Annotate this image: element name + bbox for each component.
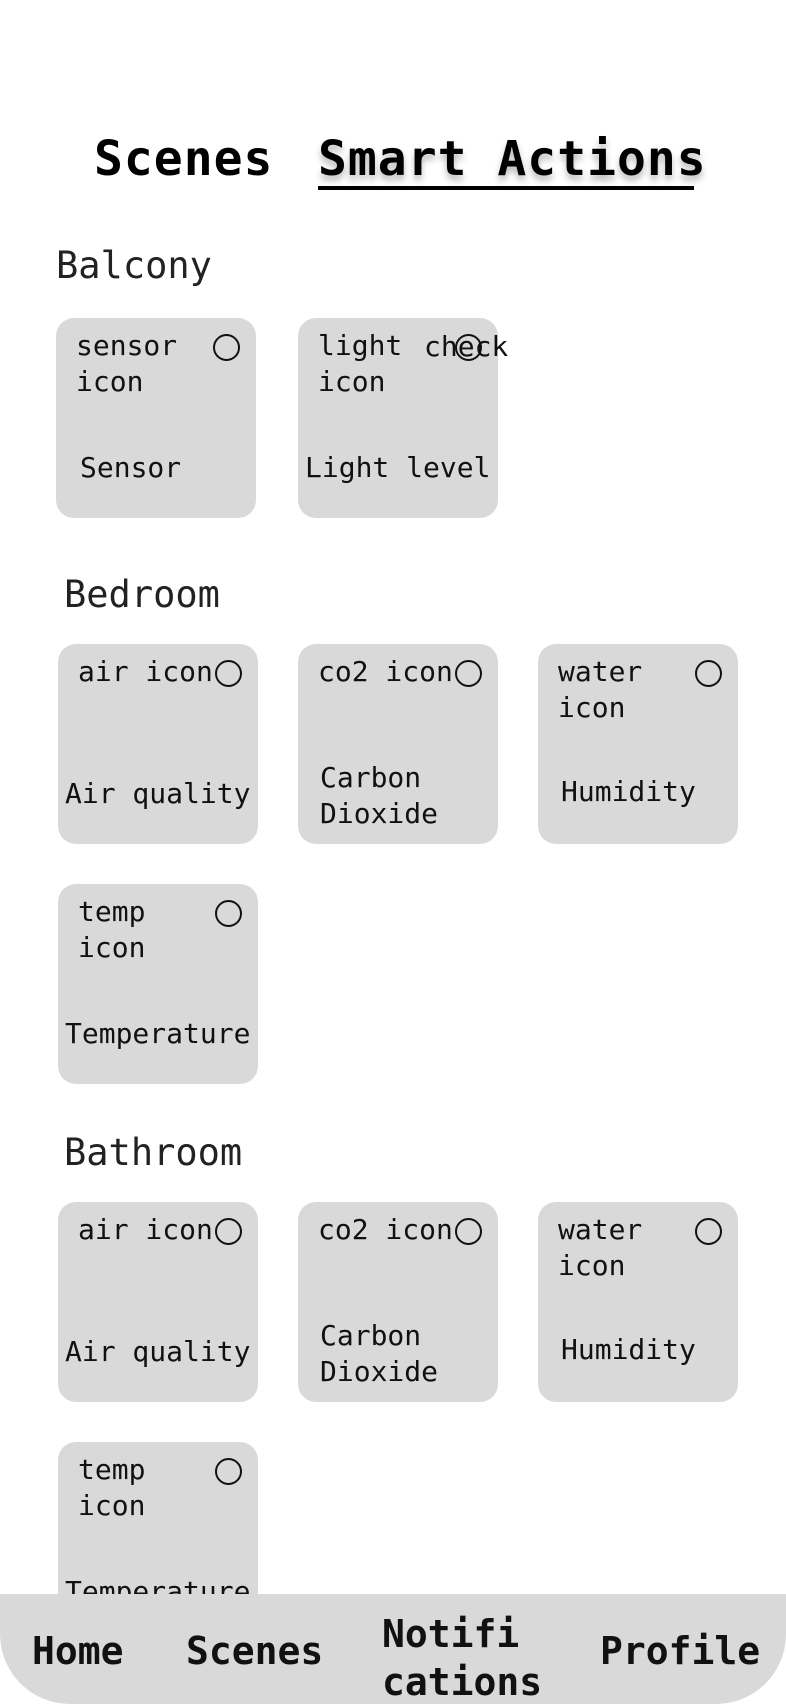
select-checkbox[interactable]	[215, 1218, 242, 1245]
nav-scenes[interactable]: Scenes	[186, 1627, 323, 1675]
select-checkbox[interactable]	[695, 660, 722, 687]
co2-icon: co2 icon	[318, 1213, 453, 1246]
select-checkbox[interactable]	[455, 660, 482, 687]
select-checkbox[interactable]	[215, 900, 242, 927]
select-checkbox[interactable]	[213, 334, 240, 361]
air-icon: air icon	[78, 655, 213, 688]
water-icon: water icon	[558, 655, 643, 724]
nav-profile[interactable]: Profile	[600, 1627, 760, 1675]
card-bathroom-air-quality[interactable]: air icon Air quality	[58, 1202, 258, 1402]
active-tab-underline	[318, 186, 694, 190]
air-icon: air icon	[78, 1213, 213, 1246]
card-label: Carbon Dioxide	[320, 761, 439, 830]
select-checkbox[interactable]	[215, 660, 242, 687]
water-icon: water icon	[558, 1213, 643, 1282]
card-bedroom-air-quality[interactable]: air icon Air quality	[58, 644, 258, 844]
card-label: Humidity	[561, 1333, 696, 1366]
card-label: Sensor	[80, 451, 182, 484]
card-bedroom-temperature[interactable]: temp icon Temperature	[58, 884, 258, 1084]
nav-home[interactable]: Home	[32, 1627, 124, 1675]
check-placeholder-text: check	[424, 330, 509, 363]
sensor-icon: sensor icon	[76, 329, 178, 398]
card-label: Air quality	[65, 1335, 251, 1368]
tab-smart-actions[interactable]: Smart Actions	[318, 128, 707, 190]
card-bedroom-humidity[interactable]: water icon Humidity	[538, 644, 738, 844]
nav-notifications[interactable]: Notifi cations	[382, 1610, 542, 1706]
card-bathroom-humidity[interactable]: water icon Humidity	[538, 1202, 738, 1402]
section-title-bathroom: Bathroom	[64, 1131, 243, 1174]
tab-scenes[interactable]: Scenes	[94, 128, 273, 190]
select-checkbox[interactable]	[455, 1218, 482, 1245]
select-checkbox[interactable]	[695, 1218, 722, 1245]
card-balcony-sensor[interactable]: sensor icon Sensor	[56, 318, 256, 518]
co2-icon: co2 icon	[318, 655, 453, 688]
select-checkbox[interactable]	[215, 1458, 242, 1485]
card-label: Temperature	[65, 1017, 251, 1050]
card-bathroom-carbon-dioxide[interactable]: co2 icon Carbon Dioxide	[298, 1202, 498, 1402]
section-title-bedroom: Bedroom	[64, 573, 220, 616]
card-label: Air quality	[65, 777, 251, 810]
card-bedroom-carbon-dioxide[interactable]: co2 icon Carbon Dioxide	[298, 644, 498, 844]
card-label: Carbon Dioxide	[320, 1319, 439, 1388]
temp-icon: temp icon	[78, 895, 146, 964]
temp-icon: temp icon	[78, 1453, 146, 1522]
section-title-balcony: Balcony	[56, 244, 212, 287]
card-label: Humidity	[561, 775, 696, 808]
card-label: Light level	[305, 451, 491, 484]
